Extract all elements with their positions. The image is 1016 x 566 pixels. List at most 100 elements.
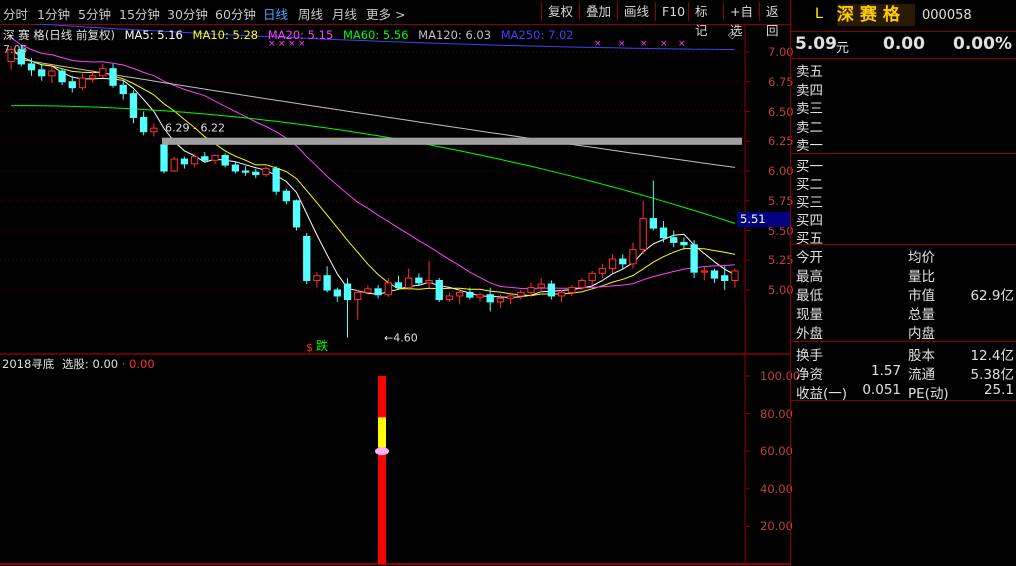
add-watchlist-button[interactable]: +自选 — [723, 2, 759, 38]
period-1min[interactable]: 1分钟 — [37, 4, 70, 23]
signal-bar — [378, 376, 386, 564]
period-daily[interactable]: 日线 — [263, 4, 288, 23]
period-weekly[interactable]: 周线 — [298, 4, 323, 23]
stat-value: 12.4亿 — [970, 348, 1014, 364]
stat-label: 最高 — [796, 269, 823, 285]
chart-grid — [0, 24, 790, 566]
period-15min[interactable]: 15分钟 — [119, 4, 160, 23]
fuquan-button[interactable]: 复权 — [541, 2, 579, 21]
stat-row: 现量 总量 — [791, 303, 1016, 323]
candle-body — [384, 282, 392, 296]
candle-body — [374, 288, 382, 296]
divider — [791, 341, 1016, 342]
ask-row: 卖二 — [791, 116, 1016, 136]
period-5min[interactable]: 5分钟 — [78, 4, 111, 23]
ask-row-label: 卖二 — [796, 119, 823, 136]
ma10-label: MA10: 5.28 — [192, 28, 259, 42]
candle-body — [588, 272, 596, 281]
candle-body — [649, 218, 658, 229]
candle-body — [598, 268, 607, 274]
stat-value: 62.9亿 — [970, 288, 1014, 304]
stat-label: 现量 — [796, 307, 823, 323]
chart-markers: 6.29 - 6.22←4.60跌$× × × × × × × × ×◇ — [162, 28, 742, 354]
signal-marker: × — [594, 39, 602, 49]
ma5-label: MA5: 5.16 — [124, 28, 183, 42]
ma20-label: MA20: 5.15 — [267, 28, 334, 42]
candle-body — [282, 190, 291, 202]
candle-body — [721, 275, 729, 281]
stat-label: 今开 — [796, 250, 823, 266]
period-toolbar: 分时 1分钟 5分钟 15分钟 30分钟 60分钟 日线 周线 月线 更多 > … — [0, 0, 790, 38]
signal-mark: $ — [306, 341, 313, 354]
overlay-button[interactable]: 叠加 — [579, 2, 617, 21]
period-30min[interactable]: 30分钟 — [167, 4, 208, 23]
indicator-value2: · 0.00 — [121, 357, 155, 371]
candle-body — [139, 116, 148, 133]
back-button[interactable]: 返回 — [759, 2, 790, 38]
candle-body — [68, 81, 76, 89]
candle-body — [445, 295, 454, 301]
candle-body — [160, 144, 168, 172]
mark-button[interactable]: 标记 — [688, 2, 723, 38]
candle-body — [690, 244, 698, 273]
f10-button[interactable]: F10 — [655, 2, 688, 21]
candle-body — [221, 155, 229, 166]
divider — [791, 153, 1016, 154]
candle-body — [476, 294, 484, 298]
signal-bar-yellow — [378, 417, 386, 448]
indicator-name: 2018寻底 — [2, 357, 55, 371]
quote-price-row: 5.09 元 0.00 0.00% — [791, 34, 1016, 56]
divider — [791, 244, 1016, 245]
finance-row: 换手 股本 12.4亿 — [791, 344, 1016, 364]
candle-body — [88, 75, 97, 79]
stat-row: 最低 市值 62.9亿 — [791, 284, 1016, 304]
stat-label: 收益(一) — [796, 386, 848, 402]
kline-chart[interactable]: 6.29 - 6.22←4.60跌$× × × × × × × × ×◇ — [0, 24, 790, 566]
ma250-label: MA250: 7.02 — [500, 28, 574, 42]
stat-value: 5.38亿 — [970, 367, 1014, 383]
candle-body — [435, 279, 443, 301]
signal-text: 跌 — [316, 338, 328, 353]
ask-row-label: 卖三 — [796, 101, 823, 117]
candle-body — [710, 270, 719, 279]
candle-body — [262, 168, 270, 176]
gap-annotation: 6.29 - 6.22 — [165, 122, 225, 135]
stat-label: 均价 — [908, 250, 935, 266]
signal-dot — [375, 447, 389, 456]
ask-row: 卖三 — [791, 97, 1016, 117]
candle-body — [201, 156, 209, 161]
ask-row-label: 卖五 — [796, 64, 823, 80]
candle-body — [517, 291, 525, 297]
stat-label: 流通 — [908, 367, 935, 383]
ma120-label: MA120: 6.03 — [418, 28, 492, 42]
candle-body — [190, 156, 199, 165]
period-60min[interactable]: 60分钟 — [215, 4, 256, 23]
signal-marker: × — [660, 39, 668, 49]
divider — [791, 400, 1016, 401]
candle-body — [527, 287, 535, 293]
candle-body — [557, 291, 566, 297]
period-monthly[interactable]: 月线 — [332, 4, 357, 23]
bid-row-label: 买四 — [796, 213, 823, 229]
candle-body — [608, 258, 617, 270]
price-unit: 元 — [836, 41, 850, 56]
candle-body — [38, 69, 46, 77]
divider — [791, 58, 1016, 59]
stat-label: 最低 — [796, 288, 823, 304]
draw-line-button[interactable]: 画线 — [617, 2, 655, 21]
candle-body — [180, 158, 189, 165]
price-change: 0.00 — [883, 34, 925, 54]
bid-row-label: 买一 — [796, 159, 823, 175]
signal-marker: × — [678, 39, 686, 49]
indicator-axis-label: 40.00 — [760, 481, 793, 496]
bid-row: 买一 — [791, 155, 1016, 175]
candle-body — [506, 295, 515, 299]
candle-body — [680, 241, 688, 246]
quote-stock-code: 000058 — [922, 8, 972, 23]
indicator-title: 2018寻底 选股: 0.00 · 0.00 — [2, 356, 155, 372]
divider — [791, 31, 1016, 32]
candle-body — [578, 279, 586, 289]
period-more[interactable]: 更多 > — [366, 4, 405, 23]
period-fenshi[interactable]: 分时 — [3, 4, 28, 23]
ma-legend: 深 赛 格(日线 前复权) MA5: 5.16 MA10: 5.28 MA20:… — [3, 27, 580, 43]
